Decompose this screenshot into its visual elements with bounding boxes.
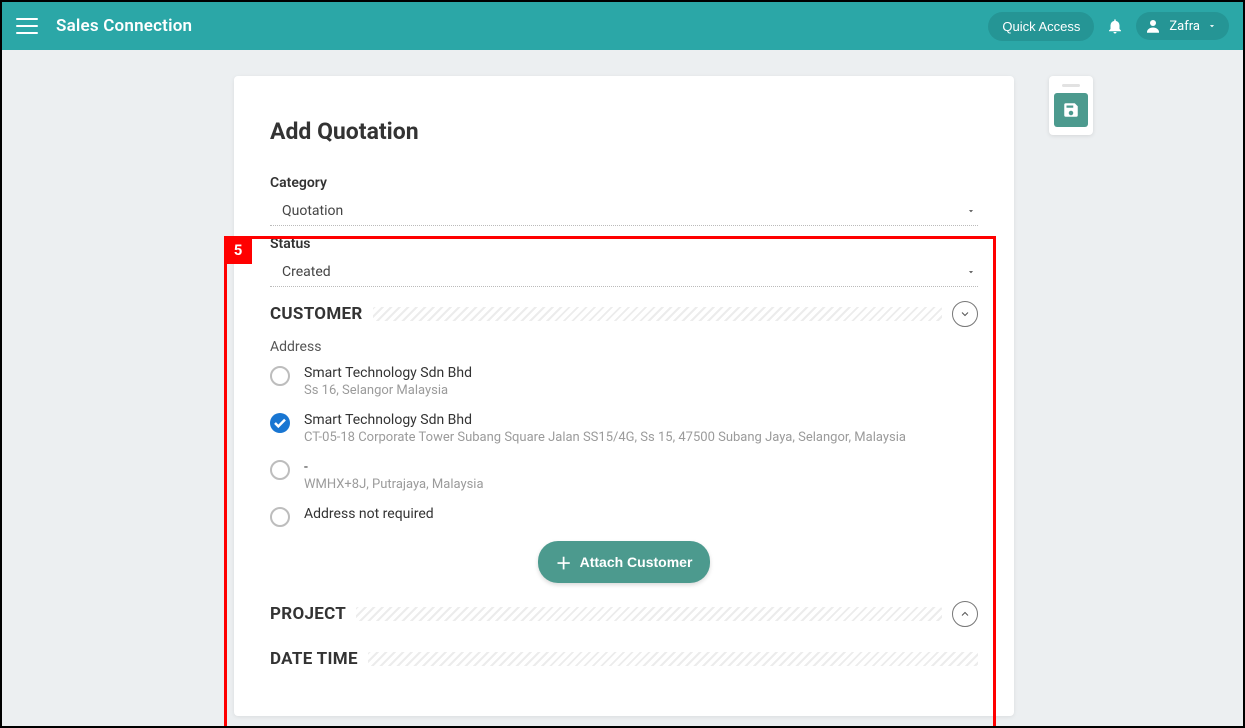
status-select[interactable]: Created xyxy=(270,258,978,287)
save-button[interactable] xyxy=(1054,93,1088,127)
user-name: Zafra xyxy=(1169,19,1200,34)
attach-customer-button[interactable]: ＋ Attach Customer xyxy=(538,541,711,583)
address-title: Smart Technology Sdn Bhd xyxy=(304,365,472,381)
drag-handle-icon[interactable] xyxy=(1062,84,1080,87)
user-icon xyxy=(1144,17,1162,35)
chevron-down-icon xyxy=(959,308,971,320)
address-option[interactable]: Smart Technology Sdn Bhd Ss 16, Selangor … xyxy=(270,365,978,398)
attach-customer-label: Attach Customer xyxy=(580,554,693,570)
radio-unchecked-icon xyxy=(270,460,290,480)
radio-checked-icon xyxy=(270,413,290,433)
address-title: - xyxy=(304,459,484,475)
address-title: Smart Technology Sdn Bhd xyxy=(304,412,906,428)
caret-down-icon xyxy=(966,267,976,277)
brand-title: Sales Connection xyxy=(56,16,192,36)
address-title: Address not required xyxy=(304,506,434,522)
address-label: Address xyxy=(270,339,978,355)
caret-down-icon xyxy=(966,206,976,216)
save-icon xyxy=(1062,101,1080,119)
datetime-section-title: DATE TIME xyxy=(270,649,358,669)
customer-collapse-button[interactable] xyxy=(952,301,978,327)
category-value: Quotation xyxy=(282,203,343,219)
radio-unchecked-icon xyxy=(270,366,290,386)
quick-access-button[interactable]: Quick Access xyxy=(988,12,1094,41)
app-header: Sales Connection Quick Access Zafra xyxy=(2,2,1243,50)
status-value: Created xyxy=(282,264,331,280)
radio-unchecked-icon xyxy=(270,507,290,527)
customer-section-title: CUSTOMER xyxy=(270,304,363,324)
address-option[interactable]: - WMHX+8J, Putrajaya, Malaysia xyxy=(270,459,978,492)
floating-toolbar xyxy=(1049,76,1093,135)
status-label: Status xyxy=(270,236,978,252)
chevron-down-icon xyxy=(1207,21,1217,31)
user-menu[interactable]: Zafra xyxy=(1136,12,1229,40)
project-collapse-button[interactable] xyxy=(952,601,978,627)
menu-icon[interactable] xyxy=(16,18,38,34)
address-subtitle: WMHX+8J, Putrajaya, Malaysia xyxy=(304,477,484,492)
category-label: Category xyxy=(270,175,978,191)
plus-icon: ＋ xyxy=(556,550,572,574)
divider xyxy=(373,307,942,321)
project-section-title: PROJECT xyxy=(270,604,346,624)
address-option[interactable]: Smart Technology Sdn Bhd CT-05-18 Corpora… xyxy=(270,412,978,445)
chevron-up-icon xyxy=(959,608,971,620)
category-select[interactable]: Quotation xyxy=(270,197,978,226)
divider xyxy=(368,652,978,666)
address-subtitle: CT-05-18 Corporate Tower Subang Square J… xyxy=(304,430,906,445)
address-subtitle: Ss 16, Selangor Malaysia xyxy=(304,383,472,398)
address-option[interactable]: Address not required xyxy=(270,506,978,527)
bell-icon[interactable] xyxy=(1106,17,1124,35)
form-card: Add Quotation Category Quotation Status … xyxy=(234,76,1014,716)
page-title: Add Quotation xyxy=(270,118,978,145)
divider xyxy=(356,607,942,621)
